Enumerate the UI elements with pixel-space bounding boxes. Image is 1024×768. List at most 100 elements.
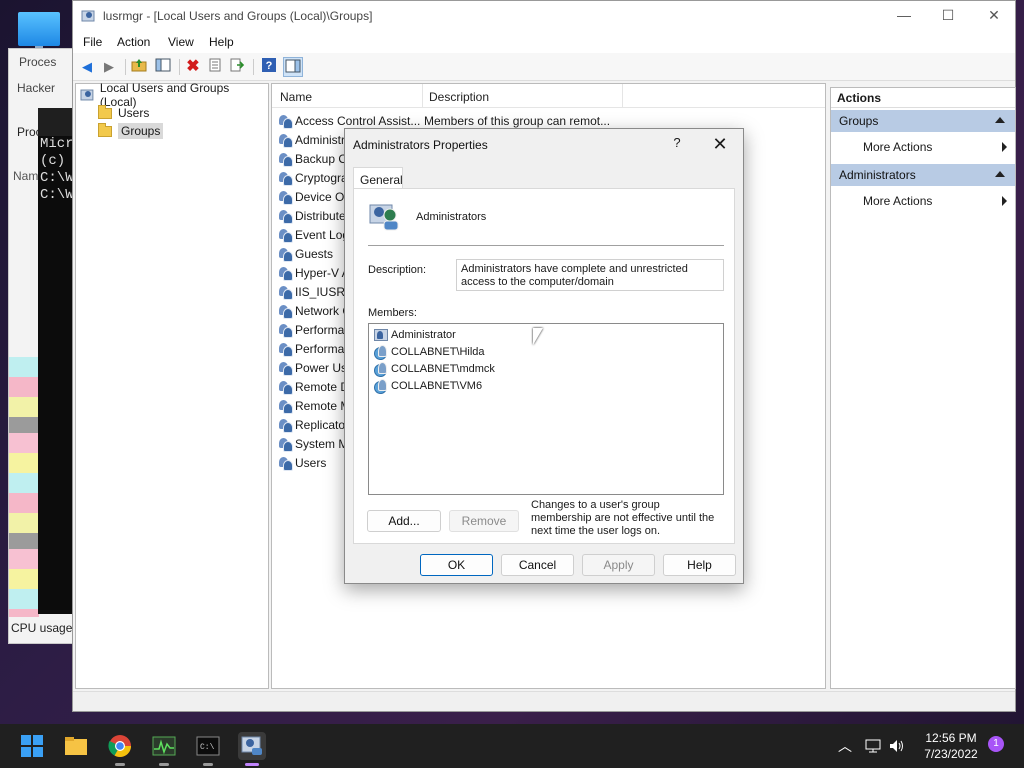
taskbar-task-manager[interactable] [150, 732, 178, 766]
member-item[interactable]: Administrator [373, 326, 456, 343]
member-item[interactable]: COLLABNET\VM6 [373, 377, 482, 394]
close-button[interactable]: ✕ [979, 7, 1009, 27]
console-tree-pane[interactable]: Local Users and Groups (Local) Users Gro… [75, 81, 269, 689]
cmd-line: C:\W [40, 170, 74, 186]
system-clock[interactable]: 12:56 PM 7/23/2022 [918, 730, 984, 762]
tree-root[interactable]: Local Users and Groups (Local) [80, 81, 268, 109]
lusrmgr-icon [241, 736, 262, 755]
taskbar-cmd[interactable]: C:\ [194, 732, 222, 766]
description-field[interactable]: Administrators have complete and unrestr… [456, 259, 724, 291]
list-row[interactable]: Distribute [278, 206, 346, 225]
back-icon[interactable]: ◀ [77, 57, 97, 77]
actions-section-groups[interactable]: Groups [831, 110, 1015, 132]
list-row[interactable]: IIS_IUSRS [278, 282, 353, 301]
cancel-button[interactable]: Cancel [501, 554, 574, 576]
list-row[interactable]: Cryptogra [278, 168, 348, 187]
menu-view[interactable]: View [168, 35, 194, 49]
group-icon [278, 323, 293, 338]
help-icon[interactable]: ? [259, 57, 279, 77]
group-icon [278, 209, 293, 224]
list-row[interactable]: Replicato [278, 415, 345, 434]
list-row[interactable]: Device Ov [278, 187, 350, 206]
show-hide-action-pane-icon[interactable] [283, 57, 303, 77]
taskbar-file-explorer[interactable] [62, 732, 90, 760]
remove-member-button[interactable]: Remove [449, 510, 519, 532]
list-row[interactable]: Performa [278, 339, 344, 358]
dialog-help-button[interactable]: ? [665, 135, 689, 155]
collapse-up-icon[interactable] [995, 171, 1005, 177]
notification-badge[interactable]: 1 [988, 736, 1004, 752]
group-icon [278, 266, 293, 281]
tree-item-groups[interactable]: Groups [98, 122, 164, 140]
column-header-name[interactable]: Name [280, 90, 312, 104]
list-row[interactable]: Remote D [278, 377, 349, 396]
member-item[interactable]: COLLABNET\Hilda [373, 343, 485, 360]
list-row[interactable]: Network C [278, 301, 351, 320]
volume-icon[interactable] [888, 737, 906, 755]
cmd-line: Micr [40, 136, 74, 152]
administrators-properties-dialog[interactable]: Administrators Properties ? ✕ General Ad… [344, 128, 744, 584]
column-header-description[interactable]: Description [429, 90, 489, 104]
status-bar [73, 691, 1015, 711]
column-divider[interactable] [622, 84, 623, 108]
list-row[interactable]: Performa [278, 320, 344, 339]
section-title: Groups [839, 114, 879, 128]
tab-general[interactable]: General [353, 167, 403, 189]
background-cmd-window[interactable]: Micr (c) C:\W C:\W [38, 108, 74, 614]
menu-file[interactable]: File [83, 35, 102, 49]
active-indicator [245, 763, 259, 766]
export-list-icon[interactable] [227, 57, 247, 77]
chrome-icon [108, 735, 131, 757]
toolbar-separator [179, 59, 180, 75]
list-row[interactable]: Hyper-V A [278, 263, 350, 282]
taskbar-chrome[interactable] [106, 732, 134, 766]
start-button[interactable] [18, 732, 46, 760]
show-hidden-icons-chevron-icon[interactable]: ︿ [838, 736, 852, 756]
column-divider[interactable] [422, 84, 423, 108]
list-row[interactable]: System M [278, 434, 348, 453]
action-more-actions[interactable]: More Actions [831, 136, 1015, 156]
list-row[interactable]: Users [278, 453, 326, 472]
list-row[interactable]: Backup O [278, 149, 348, 168]
properties-icon[interactable] [205, 57, 225, 77]
members-list[interactable]: Administrator COLLABNET\Hilda COLLABNET\md… [368, 323, 724, 495]
domain-user-icon [373, 378, 388, 394]
minimize-button[interactable]: — [889, 7, 919, 27]
maximize-button[interactable]: ☐ [933, 7, 963, 27]
show-hide-console-tree-icon[interactable] [153, 57, 173, 77]
menu-help[interactable]: Help [209, 35, 234, 49]
taskbar-lusrmgr[interactable] [238, 732, 266, 766]
taskbar: C:\ ︿ 12:56 PM 7/23/2022 1 [0, 724, 1024, 768]
dialog-close-button[interactable]: ✕ [707, 133, 733, 157]
bg-process-heatmap [9, 357, 39, 617]
ok-button[interactable]: OK [420, 554, 493, 576]
help-button[interactable]: Help [663, 554, 736, 576]
running-indicator [203, 763, 213, 766]
up-folder-icon[interactable] [129, 57, 149, 77]
bg-menu-hacker[interactable]: Hacker [17, 81, 55, 95]
list-row[interactable]: Administr [278, 130, 345, 149]
add-member-button[interactable]: Add... [367, 510, 441, 532]
list-row[interactable]: Event Log [278, 225, 349, 244]
action-more-actions[interactable]: More Actions [831, 190, 1015, 210]
collapse-up-icon[interactable] [995, 117, 1005, 123]
desktop-computer-icon[interactable] [18, 12, 60, 52]
member-item[interactable]: COLLABNET\mdmck [373, 360, 495, 377]
apply-button[interactable]: Apply [582, 554, 655, 576]
list-row[interactable]: Guests [278, 244, 333, 263]
network-icon[interactable] [864, 737, 882, 755]
actions-section-administrators[interactable]: Administrators [831, 164, 1015, 186]
group-name: Power Us [295, 360, 348, 375]
list-header: Name Description [272, 84, 825, 108]
list-row[interactable]: Power Us [278, 358, 347, 377]
tree-item-users[interactable]: Users [98, 104, 149, 122]
toolbar: ◀ ▶ ✖ ? [73, 53, 1015, 81]
menu-action[interactable]: Action [117, 35, 150, 49]
group-name: Network C [295, 303, 352, 318]
list-row[interactable]: Remote M [278, 396, 350, 415]
forward-icon[interactable]: ▶ [99, 57, 119, 77]
description-label: Description: [368, 264, 427, 276]
delete-icon[interactable]: ✖ [183, 57, 203, 77]
mouse-cursor-icon [533, 328, 543, 345]
window-titlebar[interactable]: lusrmgr - [Local Users and Groups (Local… [73, 1, 1015, 31]
